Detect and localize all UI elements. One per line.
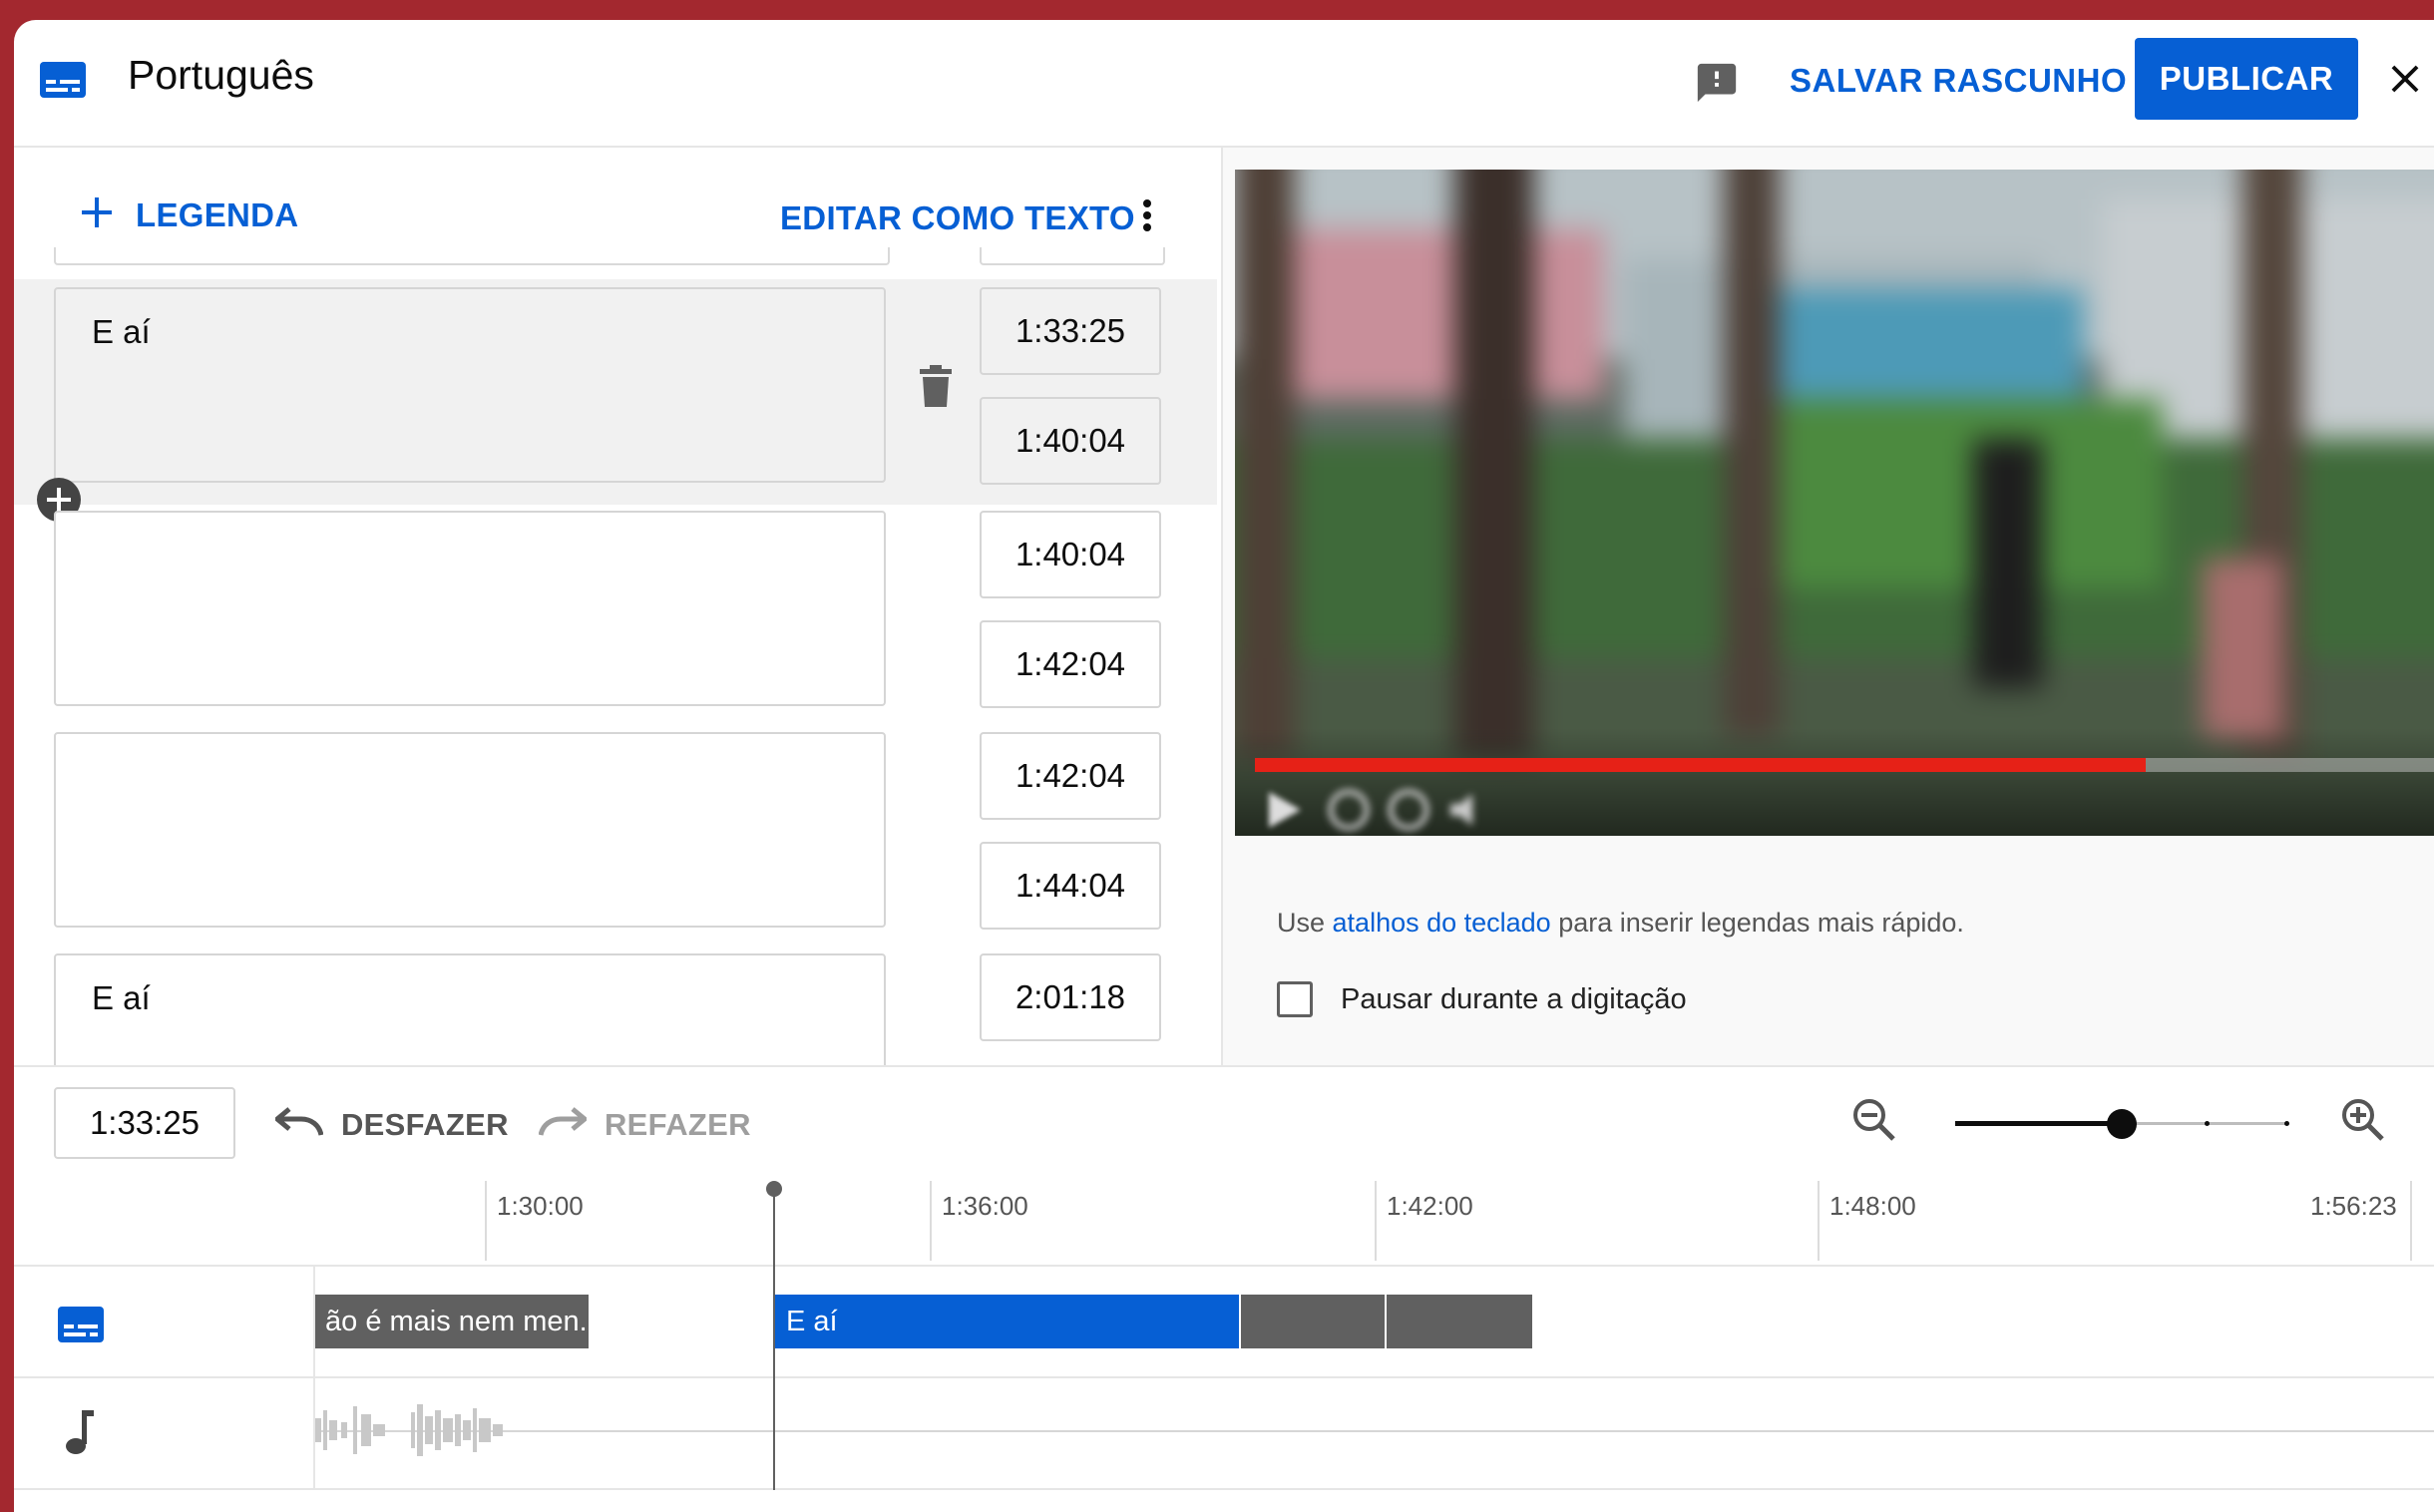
zoom-slider-fill — [1955, 1121, 2122, 1126]
redo-icon — [538, 1105, 589, 1144]
page-title: Português — [128, 52, 314, 98]
undo-label: DESFAZER — [341, 1106, 509, 1142]
add-caption-label: LEGENDA — [136, 195, 299, 233]
pause-while-typing-label: Pausar durante a digitação — [1341, 982, 1687, 1015]
caption-start-time[interactable]: 1:40:04 — [980, 511, 1161, 598]
timeline-panel: 1:33:25 DESFAZER REFAZER 1:30:00 1:36:00… — [14, 1065, 2434, 1512]
ruler-tick — [1375, 1181, 1377, 1261]
zoom-out-icon[interactable] — [1851, 1097, 1895, 1148]
ruler-tick — [1818, 1181, 1820, 1261]
keyboard-shortcuts-link[interactable]: atalhos do teclado — [1333, 908, 1551, 938]
video-player[interactable] — [1235, 170, 2434, 836]
caption-start-time[interactable]: 1:33:25 — [980, 287, 1161, 375]
undo-button[interactable]: DESFAZER — [273, 1105, 509, 1144]
volume-icon[interactable] — [1448, 792, 1492, 833]
keyboard-shortcuts-hint: Use atalhos do teclado para inserir lege… — [1277, 908, 1964, 939]
ruler-tick-label: 1:48:00 — [1829, 1191, 1916, 1221]
play-icon[interactable] — [1267, 790, 1303, 835]
zoom-slider-handle[interactable] — [2107, 1109, 2137, 1139]
timeline-caption-segment[interactable] — [1387, 1295, 1532, 1348]
delete-caption-icon[interactable] — [918, 365, 954, 414]
caption-end-time[interactable]: 1:44:04 — [980, 842, 1161, 930]
redo-label: REFAZER — [605, 1106, 751, 1142]
timeline-caption-segment-selected[interactable]: E aí — [774, 1295, 1239, 1348]
playhead-line[interactable] — [773, 1189, 775, 1490]
redo-button[interactable]: REFAZER — [538, 1105, 751, 1144]
caption-text-box[interactable] — [54, 511, 886, 706]
add-caption-button[interactable]: LEGENDA — [80, 195, 298, 234]
undo-icon — [273, 1105, 324, 1144]
caption-end-time[interactable]: 1:42:04 — [980, 620, 1161, 708]
caption-text-box[interactable]: E aí — [54, 953, 886, 1065]
video-progress-fill — [1255, 758, 2146, 772]
dialog-header: Português SALVAR RASCUNHO PUBLICAR — [14, 20, 2434, 148]
previous-time-box-fragment — [980, 247, 1165, 265]
ruler-tick — [2410, 1181, 2412, 1261]
edit-as-text-button[interactable]: EDITAR COMO TEXTO — [780, 199, 1135, 237]
ruler-tick-label: 1:42:00 — [1387, 1191, 1473, 1221]
caption-editor: LEGENDA EDITAR COMO TEXTO E aí 1:33:25 1… — [14, 148, 1219, 1065]
audio-waveform-baseline — [313, 1430, 2434, 1432]
ruler-tick-label: 1:30:00 — [497, 1191, 584, 1221]
ruler-tick — [930, 1181, 932, 1261]
zoom-slider-step — [2205, 1121, 2210, 1126]
ruler-tick-label: 1:36:00 — [942, 1191, 1028, 1221]
subtitles-track-icon — [58, 1307, 104, 1347]
feedback-icon[interactable] — [1694, 60, 1740, 111]
plus-icon — [80, 195, 114, 234]
more-options-icon[interactable] — [1141, 195, 1153, 240]
subtitle-editor-dialog: Português SALVAR RASCUNHO PUBLICAR LEGEN… — [14, 20, 2434, 1512]
caption-end-time[interactable]: 1:40:04 — [980, 397, 1161, 485]
ruler-tick — [485, 1181, 487, 1261]
pause-while-typing-checkbox[interactable] — [1277, 981, 1313, 1017]
pause-while-typing-option[interactable]: Pausar durante a digitação — [1277, 981, 1687, 1017]
track-header-divider — [313, 1267, 315, 1490]
publish-button[interactable]: PUBLICAR — [2135, 38, 2358, 120]
subtitle-track[interactable]: ão é mais nem men... E aí — [14, 1267, 2434, 1378]
caption-start-time[interactable]: 1:42:04 — [980, 732, 1161, 820]
subtitles-icon — [40, 62, 86, 103]
forward-icon[interactable] — [1387, 788, 1430, 836]
hint-suffix: para inserir legendas mais rápido. — [1550, 908, 1964, 938]
hint-prefix: Use — [1277, 908, 1333, 938]
timeline-caption-segment[interactable]: ão é mais nem men... — [313, 1295, 589, 1348]
zoom-in-icon[interactable] — [2340, 1097, 2384, 1148]
caption-text-box[interactable]: E aí — [54, 287, 886, 483]
ruler-tick-label: 1:56:23 — [2310, 1191, 2397, 1221]
close-icon[interactable] — [2382, 56, 2428, 107]
playhead-handle[interactable] — [766, 1181, 782, 1197]
zoom-slider-step — [2284, 1121, 2289, 1126]
caption-text-box[interactable] — [54, 732, 886, 928]
caption-start-time[interactable]: 2:01:18 — [980, 953, 1161, 1041]
timeline-caption-segment[interactable] — [1241, 1295, 1385, 1348]
rewind-icon[interactable] — [1327, 788, 1371, 836]
audio-waveform — [315, 1400, 614, 1465]
music-note-icon — [62, 1408, 98, 1461]
current-time-field[interactable]: 1:33:25 — [54, 1087, 235, 1159]
timeline-ruler[interactable]: 1:30:00 1:36:00 1:42:00 1:48:00 1:56:23 — [14, 1181, 2434, 1267]
save-draft-button[interactable]: SALVAR RASCUNHO — [1790, 62, 2127, 100]
previous-caption-box-fragment — [54, 247, 890, 265]
preview-panel: Use atalhos do teclado para inserir lege… — [1221, 148, 2434, 1065]
